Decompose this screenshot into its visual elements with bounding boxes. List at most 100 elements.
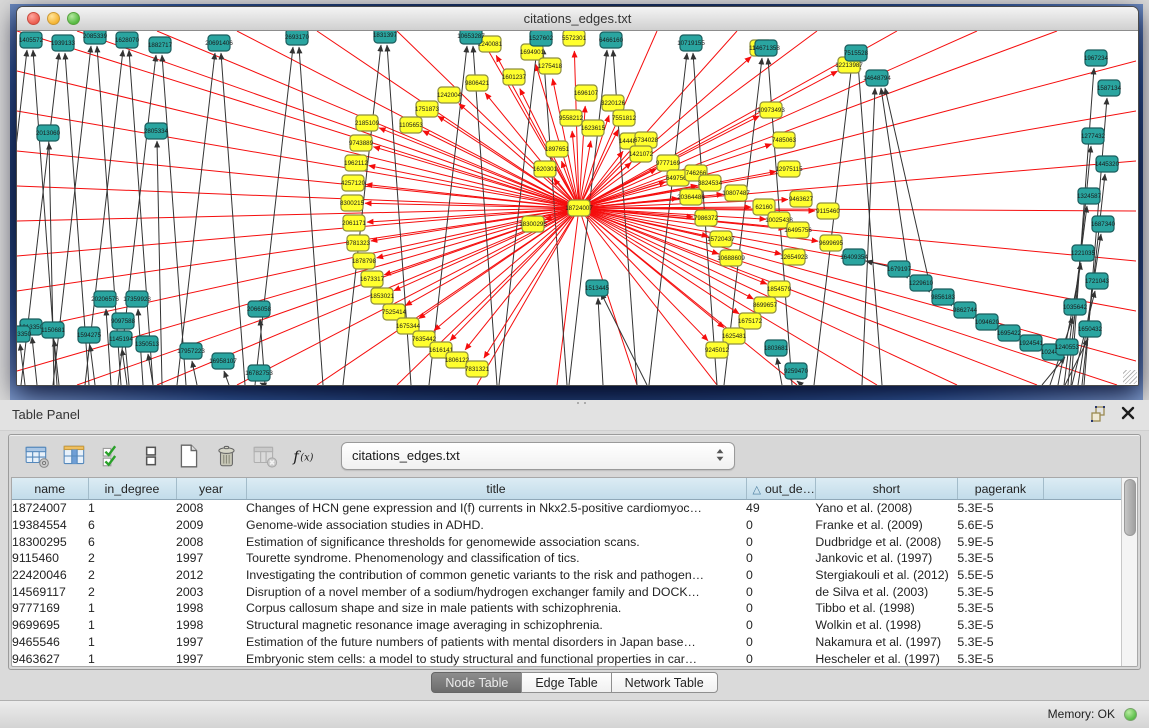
network-window-titlebar[interactable]: citations_edges.txt [17, 7, 1138, 31]
vertical-scrollbar[interactable] [1121, 478, 1137, 666]
network-node[interactable]: 1527602 [529, 31, 554, 46]
network-node[interactable]: 2066058 [247, 301, 272, 317]
network-node[interactable]: 1831397 [373, 31, 398, 43]
float-panel-icon[interactable] [1089, 405, 1107, 423]
network-node[interactable]: 1803681 [764, 340, 789, 356]
close-panel-icon[interactable] [1119, 405, 1137, 423]
network-node[interactable]: 2693170 [285, 31, 310, 45]
network-node[interactable]: 20206576 [91, 291, 119, 307]
network-node[interactable]: 1275418 [538, 58, 563, 74]
network-node[interactable]: 2061171 [342, 215, 366, 231]
network-node[interactable]: 8781323 [346, 235, 371, 251]
network-node[interactable]: 18724007 [565, 200, 593, 216]
tab-edge-table[interactable]: Edge Table [521, 672, 611, 693]
network-node[interactable]: 3824534 [698, 175, 723, 191]
network-node[interactable]: 1277432 [1081, 128, 1106, 144]
network-node[interactable]: 9777169 [656, 155, 681, 171]
network-node[interactable]: 20691406 [205, 35, 233, 51]
network-node[interactable]: 1324587 [1077, 188, 1102, 204]
network-node[interactable]: 10973493 [757, 102, 785, 118]
network-node[interactable]: 6466160 [599, 32, 624, 48]
network-node[interactable]: 8699657 [753, 297, 778, 313]
network-node[interactable]: 15720437 [707, 231, 735, 247]
table-mode-icon[interactable] [23, 441, 53, 471]
network-node[interactable]: 2085339 [83, 31, 108, 44]
network-node[interactable]: 9806421 [465, 75, 490, 91]
table-row[interactable]: 946362711997Embryonic stem cells: a mode… [12, 650, 1125, 667]
network-node[interactable]: 12975115 [775, 161, 803, 177]
network-node[interactable]: 1620301 [533, 161, 558, 177]
tab-node-table[interactable]: Node Table [431, 672, 522, 693]
network-node[interactable]: 1675172 [738, 313, 763, 329]
network-node[interactable]: 9699695 [819, 235, 844, 251]
network-node[interactable]: 1094620 [975, 314, 1000, 330]
network-node[interactable]: 1145194 [109, 331, 133, 347]
network-node[interactable]: 1240553 [1055, 339, 1080, 355]
network-node[interactable]: 10653287 [457, 31, 485, 44]
network-node[interactable]: 10688609 [717, 250, 745, 266]
network-node[interactable]: 1405572 [19, 32, 44, 48]
network-node[interactable]: 9558212 [559, 110, 584, 126]
network-node[interactable]: 7515528 [844, 45, 869, 61]
network-node[interactable]: 1513445 [585, 280, 610, 296]
network-node[interactable]: 1679197 [887, 261, 912, 277]
network-node[interactable]: 1882717 [148, 37, 173, 53]
network-node[interactable]: 1035642 [1063, 299, 1088, 315]
network-node[interactable]: 16495756 [784, 222, 812, 238]
table-row[interactable]: 1872400712008Changes of HCN gene express… [12, 500, 1125, 517]
network-node[interactable]: 10719155 [677, 35, 705, 51]
network-node[interactable]: 14671358 [752, 40, 780, 56]
network-node[interactable]: 18300295 [519, 216, 547, 232]
network-node[interactable]: 1695422 [997, 325, 1022, 341]
network-node[interactable]: 16782753 [245, 365, 273, 381]
network-node[interactable]: 2805334 [144, 123, 169, 139]
network-node[interactable]: 1650432 [1078, 321, 1103, 337]
table-row[interactable]: 969969511998Structural magnetic resonanc… [12, 617, 1125, 634]
network-node[interactable]: 1878798 [352, 253, 377, 269]
resize-grip-icon[interactable] [1123, 370, 1137, 384]
network-node[interactable]: 12654923 [780, 249, 808, 265]
network-node[interactable]: 9097588 [111, 313, 136, 329]
network-node[interactable]: 8300215 [340, 195, 365, 211]
network-node[interactable]: 2185109 [355, 115, 380, 131]
splitter-handle[interactable] [575, 401, 589, 405]
network-node[interactable]: 3220126 [601, 95, 626, 111]
network-node[interactable]: 9463627 [789, 191, 814, 207]
network-node[interactable]: 1421072 [629, 146, 654, 162]
column-header-pagerank[interactable]: pagerank [957, 478, 1043, 500]
network-node[interactable]: 1445320 [1095, 156, 1120, 172]
network-node[interactable]: 1924541 [1019, 335, 1044, 351]
function-builder-icon[interactable]: f (x) [289, 441, 319, 471]
network-node[interactable]: 9856183 [931, 289, 956, 305]
table-row[interactable]: 2242004622012Investigating the contribut… [12, 567, 1125, 584]
network-node[interactable]: 1687340 [1091, 216, 1116, 232]
table-row[interactable]: 946554611997Estimation of the future num… [12, 634, 1125, 651]
column-header-year[interactable]: year [176, 478, 246, 500]
delete-column-icon[interactable] [213, 441, 243, 471]
network-node[interactable]: 1150681 [41, 322, 65, 338]
table-selector-dropdown[interactable]: citations_edges.txt [341, 442, 735, 470]
network-node[interactable]: 1939133 [51, 35, 76, 51]
row-options-icon[interactable] [137, 441, 167, 471]
network-node[interactable]: 1673317 [360, 271, 385, 287]
network-node[interactable]: 1221035 [1071, 245, 1096, 261]
network-node[interactable]: 16958107 [209, 353, 237, 369]
network-node[interactable]: 1229610 [909, 275, 934, 291]
network-node[interactable]: 1594275 [77, 327, 102, 343]
network-node[interactable]: 1242004 [437, 87, 462, 103]
scrollbar-thumb[interactable] [1124, 479, 1136, 536]
table-row[interactable]: 1456911722003Disruption of a novel membe… [12, 583, 1125, 600]
network-node[interactable]: 1962112 [344, 155, 368, 171]
zoom-window-button[interactable] [67, 12, 80, 25]
network-node[interactable]: 9862744 [953, 302, 978, 318]
network-node[interactable]: 17359928 [123, 291, 151, 307]
network-node[interactable]: 4257120 [341, 175, 366, 191]
network-node[interactable]: 16409354 [840, 249, 868, 265]
network-node[interactable]: 9115460 [816, 203, 840, 219]
column-header-short[interactable]: short [815, 478, 957, 500]
network-node[interactable]: 1967234 [1084, 50, 1109, 66]
table-row[interactable]: 911546021997Tourette syndrome. Phenomeno… [12, 550, 1125, 567]
network-node[interactable]: 1623615 [581, 120, 606, 136]
network-node[interactable]: 1854579 [767, 281, 792, 297]
network-node[interactable]: 9259470 [784, 363, 809, 379]
